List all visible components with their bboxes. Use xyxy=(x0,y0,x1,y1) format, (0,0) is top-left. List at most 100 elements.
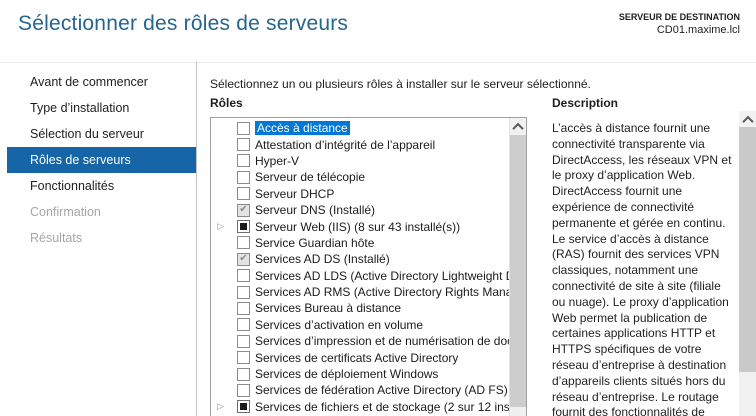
role-checkbox[interactable] xyxy=(237,236,250,249)
role-row-services-ad-ds-installe[interactable]: ✔ Services AD DS (Installé) xyxy=(211,251,509,267)
role-row-service-guardian-hote[interactable]: Service Guardian hôte xyxy=(211,235,509,251)
role-row-services-de-certificats-active-directory[interactable]: Services de certificats Active Directory xyxy=(211,349,509,365)
role-label: Services de certificats Active Directory xyxy=(255,351,458,365)
role-row-services-ad-lds-active-directory-lightwe[interactable]: Services AD LDS (Active Directory Lightw… xyxy=(211,268,509,284)
sidebar-item-avant-de-commencer[interactable]: Avant de commencer xyxy=(0,69,196,95)
role-checkbox[interactable]: ✔ xyxy=(237,204,250,217)
role-row-services-de-deploiement-windows[interactable]: Services de déploiement Windows xyxy=(211,366,509,382)
description-scroll-up-button[interactable] xyxy=(739,111,756,128)
description-line: permanente et gérée en continu. xyxy=(552,216,738,232)
role-row-services-d-activation-en-volume[interactable]: Services d’activation en volume xyxy=(211,317,509,333)
description-line: ou nuage). Le proxy d’application xyxy=(552,295,738,311)
description-line: certaines applications HTTP et xyxy=(552,326,738,342)
intro-text: Sélectionnez un ou plusieurs rôles à ins… xyxy=(210,77,591,91)
role-checkbox[interactable] xyxy=(237,335,250,348)
roles-listbox: Accès à distanceAttestation d’intégrité … xyxy=(210,117,527,416)
role-checkbox[interactable] xyxy=(237,269,250,282)
description-line: le proxy d’application Web. xyxy=(552,168,738,184)
description-line: réseau d’entreprise à destination xyxy=(552,358,738,374)
sidebar-item-roles-de-serveurs[interactable]: Rôles de serveurs xyxy=(7,147,196,173)
role-label: Serveur DNS (Installé) xyxy=(255,203,375,217)
role-row-serveur-dns-installe[interactable]: ✔ Serveur DNS (Installé) xyxy=(211,202,509,218)
description-text: L’accès à distance fournit uneconnectivi… xyxy=(552,121,738,416)
role-row-acces-a-distance[interactable]: Accès à distance xyxy=(211,120,509,136)
role-row-serveur-web-iis-8-sur-43-installe-s[interactable]: ▷ Serveur Web (IIS) (8 sur 43 installé(s)… xyxy=(211,218,509,234)
role-checkbox[interactable]: ✔ xyxy=(237,253,250,266)
role-checkbox[interactable] xyxy=(237,351,250,364)
description-line: connectivité transparente via xyxy=(552,137,738,153)
sidebar-item-type-d-installation[interactable]: Type d’installation xyxy=(0,95,196,121)
role-checkbox[interactable] xyxy=(237,286,250,299)
role-label: Services de déploiement Windows xyxy=(255,367,438,381)
role-label: Services AD LDS (Active Directory Lightw… xyxy=(255,269,509,283)
role-label: Accès à distance xyxy=(255,121,350,135)
description-scrollbar[interactable] xyxy=(739,111,756,416)
description-line: classiques, notamment une xyxy=(552,263,738,279)
role-label: Services d’impression et de numérisation… xyxy=(255,334,509,348)
role-label: Serveur de télécopie xyxy=(255,170,365,184)
destination-server-label: SERVEUR DE DESTINATION xyxy=(619,11,740,24)
description-line: expérience de connectivité xyxy=(552,200,738,216)
roles-scrollbar[interactable] xyxy=(509,118,526,416)
role-row-services-ad-rms-active-directory-rights-[interactable]: Services AD RMS (Active Directory Rights… xyxy=(211,284,509,300)
role-checkbox[interactable] xyxy=(237,302,250,315)
sidebar-item-selection-du-serveur[interactable]: Sélection du serveur xyxy=(0,121,196,147)
role-label: Services AD DS (Installé) xyxy=(255,252,390,266)
role-row-services-de-federation-active-directory-[interactable]: Services de fédération Active Directory … xyxy=(211,382,509,398)
role-label: Hyper-V xyxy=(255,154,299,168)
chevron-up-icon xyxy=(512,122,523,133)
role-checkbox[interactable] xyxy=(237,220,250,233)
description-line: d’appareils clients situés hors du xyxy=(552,374,738,390)
role-checkbox[interactable] xyxy=(237,171,250,184)
description-line: Le service d’accès à distance xyxy=(552,232,738,248)
role-checkbox[interactable] xyxy=(237,400,250,413)
wizard-window: Sélectionner des rôles de serveurs SERVE… xyxy=(0,0,756,416)
destination-server-block: SERVEUR DE DESTINATION CD01.maxime.lcl xyxy=(619,11,740,37)
role-row-serveur-de-telecopie[interactable]: Serveur de télécopie xyxy=(211,169,509,185)
scroll-up-button[interactable] xyxy=(510,118,526,135)
sidebar-item-resultats: Résultats xyxy=(0,225,196,251)
description-line: HTTPS spécifiques de votre xyxy=(552,342,738,358)
description-line: L’accès à distance fournit une xyxy=(552,121,738,137)
role-label: Services de fichiers et de stockage (2 s… xyxy=(255,400,509,414)
role-row-services-d-impression-et-de-numerisation[interactable]: Services d’impression et de numérisation… xyxy=(211,333,509,349)
description-line: DirectAccess fournit une xyxy=(552,184,738,200)
role-row-services-de-fichiers-et-de-stockage-2-su[interactable]: ▷ Services de fichiers et de stockage (2 … xyxy=(211,399,509,415)
description-line: connectivité de site à site (filiale xyxy=(552,279,738,295)
role-label: Services de fédération Active Directory … xyxy=(255,383,508,397)
roles-scrollbar-thumb[interactable] xyxy=(510,135,526,407)
description-line: (RAS) fournit des services VPN xyxy=(552,247,738,263)
nav-divider xyxy=(196,62,197,416)
role-checkbox[interactable] xyxy=(237,122,250,135)
role-checkbox[interactable] xyxy=(237,154,250,167)
sidebar-item-fonctionnalites[interactable]: Fonctionnalités xyxy=(0,173,196,199)
role-row-hyper-v[interactable]: Hyper-V xyxy=(211,153,509,169)
role-label: Services d’activation en volume xyxy=(255,318,423,332)
role-checkbox[interactable] xyxy=(237,187,250,200)
role-label: Services Bureau à distance xyxy=(255,301,401,315)
description-line: DirectAccess, les réseaux VPN et xyxy=(552,153,738,169)
roles-heading: Rôles xyxy=(210,96,243,110)
description-heading: Description xyxy=(552,96,618,110)
expand-icon[interactable]: ▷ xyxy=(217,402,237,411)
role-checkbox[interactable] xyxy=(237,138,250,151)
header-separator xyxy=(0,62,756,63)
role-row-attestation-d-integrite-de-l-appareil[interactable]: Attestation d’intégrité de l’appareil xyxy=(211,136,509,152)
expand-icon[interactable]: ▷ xyxy=(217,222,237,231)
chevron-up-icon xyxy=(742,115,753,126)
description-line: fournit des fonctionnalités de xyxy=(552,405,738,416)
description-scrollbar-thumb[interactable] xyxy=(739,127,756,372)
destination-server-value: CD01.maxime.lcl xyxy=(619,24,740,37)
wizard-nav: Avant de commencerType d’installationSél… xyxy=(0,69,196,251)
role-row-services-bureau-a-distance[interactable]: Services Bureau à distance xyxy=(211,300,509,316)
role-checkbox[interactable] xyxy=(237,318,250,331)
roles-rows: Accès à distanceAttestation d’intégrité … xyxy=(211,118,509,416)
role-checkbox[interactable] xyxy=(237,368,250,381)
role-label: Serveur Web (IIS) (8 sur 43 installé(s)) xyxy=(255,220,460,234)
role-checkbox[interactable] xyxy=(237,384,250,397)
role-label: Services AD RMS (Active Directory Rights… xyxy=(255,285,509,299)
page-title: Sélectionner des rôles de serveurs xyxy=(18,12,348,36)
role-row-serveur-dhcp[interactable]: Serveur DHCP xyxy=(211,186,509,202)
sidebar-item-confirmation: Confirmation xyxy=(0,199,196,225)
description-line: réseau d’entreprise. Le routage xyxy=(552,390,738,406)
